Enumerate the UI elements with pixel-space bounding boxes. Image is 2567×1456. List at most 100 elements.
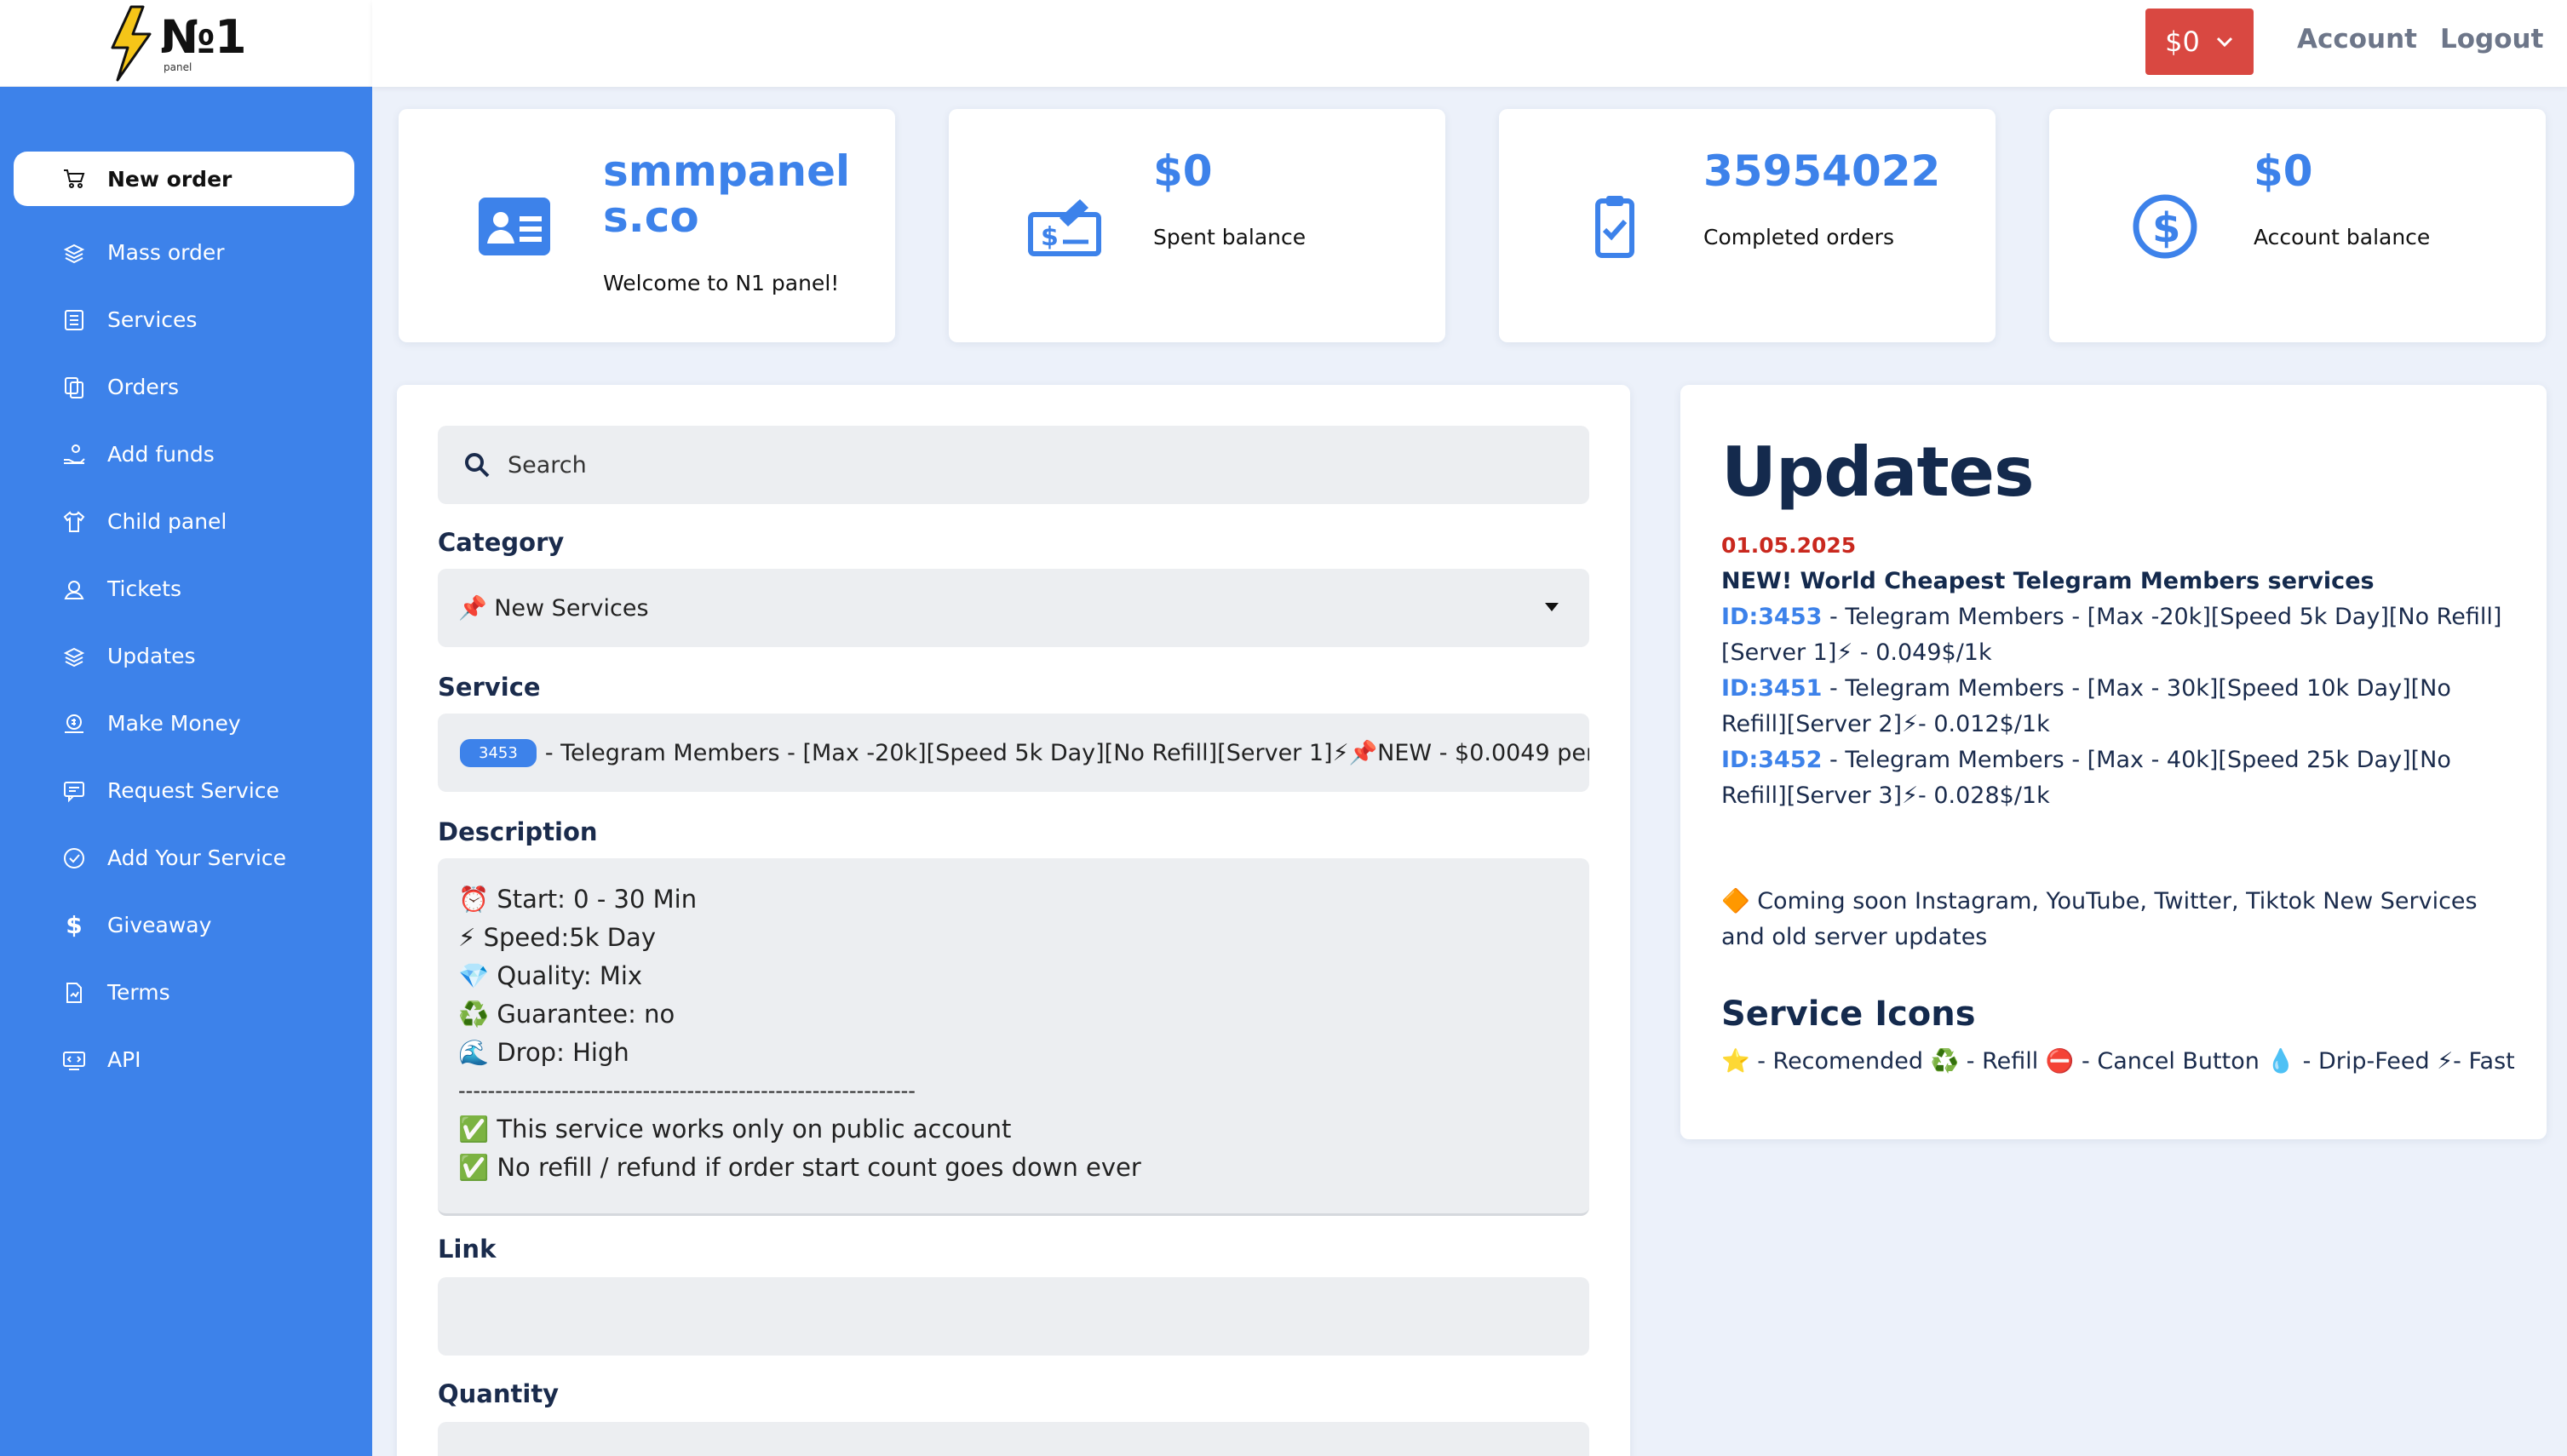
completed-orders-value: 35954022 xyxy=(1703,146,1941,196)
sidebar-item-label: Updates xyxy=(107,644,196,668)
description-line: ✅ No refill / refund if order start coun… xyxy=(458,1153,1141,1182)
sidebar-item-label: Terms xyxy=(107,980,170,1005)
sidebar-item-label: Child panel xyxy=(107,509,227,534)
sidebar-item-make-money[interactable]: Make Money xyxy=(14,690,354,757)
update-item-id[interactable]: ID:3452 xyxy=(1721,747,1822,773)
sidebar-item-add-funds[interactable]: Add funds xyxy=(14,421,354,488)
id-card-icon xyxy=(479,198,550,255)
balance-dropdown-button[interactable]: $0 xyxy=(2145,9,2254,75)
search-icon xyxy=(465,453,490,478)
category-value: 📌 New Services xyxy=(458,595,649,622)
bolt-logo-icon xyxy=(111,5,152,82)
completed-orders-label: Completed orders xyxy=(1703,225,1894,249)
sidebar-item-updates[interactable]: Updates xyxy=(14,622,354,690)
sidebar-nav: New order Mass order Services Orders Add… xyxy=(14,152,354,1093)
account-balance-card: $ $0 Account balance xyxy=(2049,109,2546,342)
description-box: ⏰ Start: 0 - 30 Min ⚡ Speed:5k Day 💎 Qua… xyxy=(438,858,1589,1216)
svg-text:$: $ xyxy=(2152,204,2180,252)
description-line: 🌊 Drop: High xyxy=(458,1038,629,1067)
sidebar-item-label: Make Money xyxy=(107,711,241,736)
service-label: Service xyxy=(438,673,541,702)
update-item: ID:3453 - Telegram Members - [Max -20k][… xyxy=(1721,599,2513,671)
spent-balance-label: Spent balance xyxy=(1153,225,1306,249)
sidebar-item-label: Giveaway xyxy=(107,913,212,937)
category-label: Category xyxy=(438,528,565,557)
category-select[interactable]: 📌 New Services xyxy=(438,569,1589,647)
account-balance-value: $0 xyxy=(2254,146,2313,196)
sidebar-item-request-service[interactable]: Request Service xyxy=(14,757,354,824)
brand-card: smmpanels.co Welcome to N1 panel! xyxy=(399,109,895,342)
sidebar-item-label: New order xyxy=(107,166,233,192)
update-item: ID:3451 - Telegram Members - [Max - 30k]… xyxy=(1721,671,2513,742)
update-item-id[interactable]: ID:3453 xyxy=(1721,604,1822,630)
sidebar-item-label: Add Your Service xyxy=(107,846,287,870)
sidebar-item-label: API xyxy=(107,1047,141,1072)
completed-orders-card: 35954022 Completed orders xyxy=(1499,109,1996,342)
update-item-id[interactable]: ID:3451 xyxy=(1721,675,1822,702)
sidebar-item-child-panel[interactable]: Child panel xyxy=(14,488,354,555)
sidebar-item-terms[interactable]: Terms xyxy=(14,959,354,1026)
spent-balance-value: $0 xyxy=(1153,146,1213,196)
sidebar-item-orders[interactable]: Orders xyxy=(14,353,354,421)
updates-title: Updates xyxy=(1721,433,2035,512)
description-line: ⚡ Speed:5k Day xyxy=(458,923,656,952)
sidebar-item-label: Add funds xyxy=(107,442,215,467)
search-placeholder: Search xyxy=(508,451,587,479)
service-icons-title: Service Icons xyxy=(1721,995,1976,1034)
logo-text: №1 xyxy=(160,10,247,64)
quantity-label: Quantity xyxy=(438,1379,560,1408)
brand-welcome: Welcome to N1 panel! xyxy=(603,271,840,295)
sidebar-item-tickets[interactable]: Tickets xyxy=(14,555,354,622)
cart-icon xyxy=(61,166,87,192)
layers-icon xyxy=(61,644,87,669)
sidebar-item-label: Request Service xyxy=(107,778,279,803)
code-icon xyxy=(61,1047,87,1073)
top-bar: $0 Account Logout xyxy=(372,0,2567,87)
svg-text:$: $ xyxy=(1041,222,1059,252)
service-select[interactable]: 3453 - Telegram Members - [Max -20k][Spe… xyxy=(438,714,1589,792)
link-input[interactable] xyxy=(438,1277,1589,1356)
new-order-form: Search Category 📌 New Services Service 3… xyxy=(397,385,1630,1456)
sidebar-item-label: Orders xyxy=(107,375,180,399)
sidebar-item-label: Services xyxy=(107,307,198,332)
clipboard-check-icon xyxy=(1595,196,1634,258)
dollar-icon: $ xyxy=(66,911,83,939)
shirt-icon xyxy=(61,509,87,535)
sidebar-item-api[interactable]: API xyxy=(14,1026,354,1093)
list-icon xyxy=(61,307,87,333)
description-line: ✅ This service works only on public acco… xyxy=(458,1115,1012,1144)
sidebar-item-giveaway[interactable]: $ Giveaway xyxy=(14,891,354,959)
updates-list: NEW! World Cheapest Telegram Members ser… xyxy=(1721,564,2513,814)
sidebar-item-services[interactable]: Services xyxy=(14,286,354,353)
service-id-badge: 3453 xyxy=(460,738,537,767)
logout-link[interactable]: Logout xyxy=(2440,24,2543,54)
balance-value: $0 xyxy=(2165,26,2200,58)
search-input[interactable]: Search xyxy=(438,426,1589,504)
brand-name: smmpanels.co xyxy=(603,146,851,242)
update-item-text: - Telegram Members - [Max - 30k][Speed 1… xyxy=(1721,675,2451,737)
description-label: Description xyxy=(438,817,598,846)
sidebar-item-mass-order[interactable]: Mass order xyxy=(14,219,354,286)
sidebar-item-label: Tickets xyxy=(107,576,181,601)
sidebar-item-new-order[interactable]: New order xyxy=(14,152,354,206)
description-divider: ----------------------------------------… xyxy=(458,1079,916,1103)
link-label: Link xyxy=(438,1235,497,1264)
sidebar-item-label: Mass order xyxy=(107,240,225,265)
updates-panel: Updates 01.05.2025 NEW! World Cheapest T… xyxy=(1680,385,2547,1139)
sidebar-item-add-your-service[interactable]: Add Your Service xyxy=(14,824,354,891)
chevron-down-icon xyxy=(2216,37,2232,48)
service-value: - Telegram Members - [Max -20k][Speed 5k… xyxy=(544,740,1589,766)
update-item-text: - Telegram Members - [Max -20k][Speed 5k… xyxy=(1721,604,2502,666)
logo[interactable]: №1 panel xyxy=(0,0,372,87)
spent-balance-card: $ $0 Spent balance xyxy=(949,109,1445,342)
logo-subtext: panel xyxy=(164,61,192,73)
description-line: 💎 Quality: Mix xyxy=(458,961,643,990)
money-pen-icon: $ xyxy=(1028,199,1101,256)
update-item-text: - Telegram Members - [Max - 40k][Speed 2… xyxy=(1721,747,2451,809)
update-item: ID:3452 - Telegram Members - [Max - 40k]… xyxy=(1721,742,2513,814)
quantity-input[interactable] xyxy=(438,1422,1589,1456)
account-link[interactable]: Account xyxy=(2297,24,2417,54)
message-icon xyxy=(61,778,87,804)
account-balance-label: Account balance xyxy=(2254,225,2431,249)
check-circle-icon xyxy=(61,846,87,871)
